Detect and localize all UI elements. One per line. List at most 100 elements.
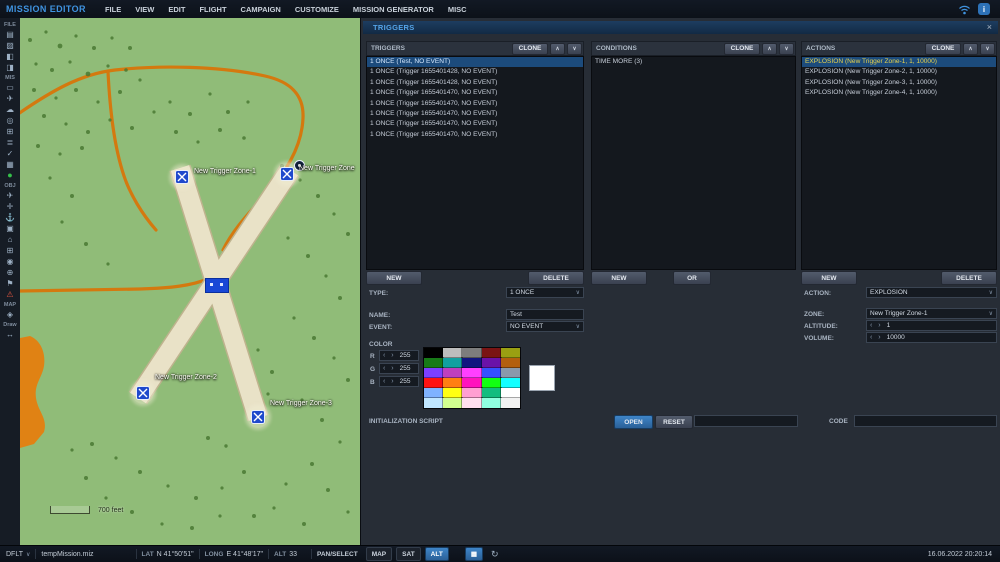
palette-swatch[interactable] (422, 367, 445, 379)
airplane-group-icon[interactable]: ✈ (2, 190, 18, 201)
palette-swatch[interactable] (480, 357, 502, 369)
palette-swatch[interactable] (422, 377, 445, 389)
action-list-item[interactable]: EXPLOSION (New Trigger Zone-3, 1, 10000) (802, 78, 996, 88)
palette-swatch[interactable] (499, 397, 522, 409)
blue-stepper[interactable]: ‹ › 255 (379, 376, 419, 387)
template-icon[interactable]: ⊞ (2, 245, 18, 256)
script-file-field[interactable] (694, 415, 798, 427)
menu-file[interactable]: FILE (98, 5, 128, 14)
palette-swatch[interactable] (480, 387, 502, 399)
or-condition-button[interactable]: OR (673, 271, 711, 285)
action-zone-select[interactable]: New Trigger Zone-1 ∨ (866, 308, 997, 319)
trigger-list-item[interactable]: 1 ONCE (Trigger 1655401470, NO EVENT) (367, 99, 583, 109)
palette-swatch[interactable] (442, 347, 464, 359)
network-icon[interactable] (958, 4, 971, 15)
move-action-up-button[interactable]: ∧ (963, 42, 978, 55)
palette-swatch[interactable] (461, 357, 483, 369)
grid-icon[interactable]: ▦ (2, 159, 18, 170)
altitude-stepper[interactable]: ‹ › 1 (866, 320, 997, 331)
action-list-item[interactable]: EXPLOSION (New Trigger Zone-2, 1, 10000) (802, 67, 996, 77)
menu-edit[interactable]: EDIT (161, 5, 192, 14)
condition-list-item[interactable]: TIME MORE (3) (592, 57, 795, 67)
trigger-zone-icon[interactable]: ◉ (2, 256, 18, 267)
open-mission-icon[interactable]: ▨ (2, 40, 18, 51)
menu-mission-generator[interactable]: MISSION GENERATOR (346, 5, 441, 14)
action-list-item[interactable]: EXPLOSION (New Trigger Zone-1, 1, 10000) (802, 57, 996, 68)
palette-swatch[interactable] (442, 397, 464, 409)
volume-stepper[interactable]: ‹ › 10000 (866, 332, 997, 343)
draw-tool-label[interactable]: Draw (3, 322, 16, 328)
coord-format-dropdown[interactable]: DFLT ∨ (0, 551, 30, 558)
red-stepper[interactable]: ‹ › 255 (379, 350, 419, 361)
static-object-icon[interactable]: ⌂ (2, 234, 18, 245)
move-trigger-up-button[interactable]: ∧ (550, 42, 565, 55)
action-type-select[interactable]: EXPLOSION ∨ (866, 287, 997, 298)
reset-script-button[interactable]: RESET (655, 415, 693, 429)
palette-swatch[interactable] (422, 357, 445, 369)
failures-icon[interactable]: ⚠ (2, 289, 18, 300)
stepper-arrows-icon[interactable]: ‹ › (870, 322, 883, 329)
new-trigger-button[interactable]: NEW (366, 271, 422, 285)
flag-icon[interactable]: ⚑ (2, 278, 18, 289)
palette-swatch[interactable] (422, 387, 445, 399)
map-view-button[interactable]: MAP (365, 547, 393, 561)
trigger-list-item[interactable]: 1 ONCE (Trigger 1655401470, NO EVENT) (367, 109, 583, 119)
check-icon[interactable]: ✓ (2, 148, 18, 159)
palette-swatch[interactable] (442, 387, 464, 399)
open-script-button[interactable]: OPEN (614, 415, 653, 429)
script-code-field[interactable] (854, 415, 997, 427)
map-layers-icon[interactable]: ◈ (2, 309, 18, 320)
globe-icon[interactable]: ● (2, 170, 18, 181)
stepper-arrows-icon[interactable]: ‹ › (870, 334, 883, 341)
action-list-item[interactable]: EXPLOSION (New Trigger Zone-4, 1, 10000) (802, 88, 996, 98)
map-object-bridge[interactable] (205, 278, 229, 293)
goals-icon[interactable]: ◎ (2, 115, 18, 126)
conditions-list[interactable]: TIME MORE (3) (591, 56, 796, 270)
trigger-zone-marker-1[interactable]: New Trigger Zone-1 (171, 166, 256, 188)
green-stepper[interactable]: ‹ › 255 (379, 363, 419, 374)
palette-swatch[interactable] (442, 357, 464, 369)
save-mission-icon[interactable]: ◧ (2, 51, 18, 62)
palette-swatch[interactable] (499, 377, 522, 389)
save-as-icon[interactable]: ◨ (2, 62, 18, 73)
stepper-arrows-icon[interactable]: ‹ › (383, 365, 396, 372)
menu-customize[interactable]: CUSTOMIZE (288, 5, 346, 14)
menu-misc[interactable]: MISC (441, 5, 474, 14)
trigger-zone-marker-3[interactable]: New Trigger Zone-3 (247, 400, 332, 428)
trigger-list-item[interactable]: 1 ONCE (Trigger 1655401428, NO EVENT) (367, 67, 583, 77)
refresh-icon[interactable]: ↻ (491, 549, 499, 560)
move-trigger-down-button[interactable]: ∨ (567, 42, 582, 55)
ruler-icon[interactable]: ↔ (2, 329, 18, 340)
trigger-list-item[interactable]: 1 ONCE (Trigger 1655401470, NO EVENT) (367, 119, 583, 129)
menu-view[interactable]: VIEW (128, 5, 161, 14)
palette-swatch[interactable] (480, 347, 502, 359)
new-action-button[interactable]: NEW (801, 271, 857, 285)
weather-icon[interactable]: ☁ (2, 104, 18, 115)
helicopter-group-icon[interactable]: ✛ (2, 201, 18, 212)
palette-swatch[interactable] (480, 367, 502, 379)
clone-action-button[interactable]: CLONE (925, 42, 961, 55)
stepper-arrows-icon[interactable]: ‹ › (383, 378, 396, 385)
menu-flight[interactable]: FLIGHT (192, 5, 233, 14)
palette-swatch[interactable] (480, 377, 502, 389)
trigger-zone-marker-2[interactable]: New Trigger Zone-2 (132, 374, 217, 404)
actions-list[interactable]: EXPLOSION (New Trigger Zone-1, 1, 10000)… (801, 56, 997, 270)
trigger-list-item[interactable]: 1 ONCE (Test, NO EVENT) (367, 57, 583, 68)
ship-group-icon[interactable]: ⚓ (2, 212, 18, 223)
move-condition-down-button[interactable]: ∨ (779, 42, 794, 55)
delete-action-button[interactable]: DELETE (941, 271, 997, 285)
new-mission-icon[interactable]: ▤ (2, 29, 18, 40)
palette-swatch[interactable] (461, 397, 483, 409)
payload-icon[interactable]: ✈ (2, 93, 18, 104)
palette-swatch[interactable] (461, 387, 483, 399)
pan-select-mode-label[interactable]: PAN/SELECT (317, 551, 358, 558)
palette-swatch[interactable] (499, 387, 522, 399)
trigger-list-item[interactable]: 1 ONCE (Trigger 1655401428, NO EVENT) (367, 78, 583, 88)
waypoint-icon[interactable]: ⊕ (2, 267, 18, 278)
palette-swatch[interactable] (499, 357, 522, 369)
clone-trigger-button[interactable]: CLONE (512, 42, 548, 55)
vehicle-group-icon[interactable]: ▣ (2, 223, 18, 234)
briefing-icon[interactable]: ▭ (2, 82, 18, 93)
trigger-event-select[interactable]: NO EVENT ∨ (506, 321, 584, 332)
trigger-list-item[interactable]: 1 ONCE (Trigger 1655401470, NO EVENT) (367, 130, 583, 140)
